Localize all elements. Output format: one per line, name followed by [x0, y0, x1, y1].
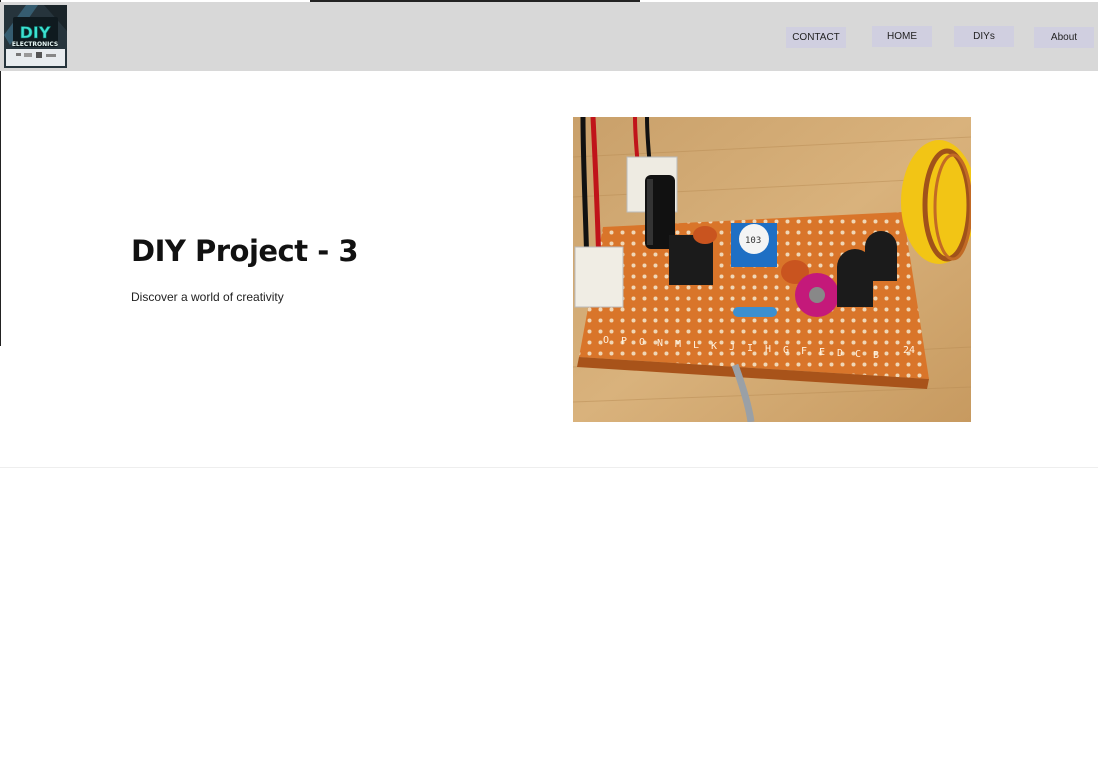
svg-text:B: B — [873, 350, 879, 361]
svg-text:E: E — [819, 347, 825, 358]
nav-contact-button[interactable]: CONTACT — [786, 27, 846, 48]
svg-text:D: D — [837, 348, 843, 359]
svg-text:DIY: DIY — [20, 23, 51, 42]
svg-text:M: M — [675, 339, 681, 350]
svg-text:H: H — [765, 344, 771, 355]
nav-diys-button[interactable]: DIYs — [954, 26, 1014, 47]
hero-subtitle: Discover a world of creativity — [131, 290, 284, 304]
site-logo[interactable]: DIY ELECTRONICS — [4, 5, 67, 68]
svg-text:K: K — [711, 341, 717, 352]
logo-graphic: DIY ELECTRONICS — [4, 5, 67, 68]
svg-text:N: N — [657, 338, 663, 349]
svg-text:O: O — [603, 335, 609, 346]
svg-text:O: O — [639, 337, 645, 348]
svg-text:J: J — [729, 342, 735, 353]
svg-text:P: P — [621, 336, 627, 347]
nav-home-button[interactable]: HOME — [872, 26, 932, 47]
page-title: DIY Project - 3 — [131, 234, 359, 268]
svg-text:C: C — [855, 349, 861, 360]
svg-text:103: 103 — [745, 236, 761, 246]
navbar: DIY ELECTRONICS CONTACT HOME DIYs About — [0, 2, 1098, 71]
project-photo: O P O N M L K J I H G F E D C B 24 103 — [573, 117, 971, 422]
svg-text:ELECTRONICS: ELECTRONICS — [12, 41, 58, 48]
svg-text:L: L — [693, 340, 699, 351]
svg-text:I: I — [747, 343, 753, 354]
svg-text:24: 24 — [903, 345, 915, 356]
svg-text:G: G — [783, 345, 789, 356]
circuit-board-image: O P O N M L K J I H G F E D C B 24 103 — [573, 117, 971, 422]
section-divider — [0, 467, 1098, 468]
nav-about-button[interactable]: About — [1034, 27, 1094, 48]
svg-text:F: F — [801, 346, 807, 357]
